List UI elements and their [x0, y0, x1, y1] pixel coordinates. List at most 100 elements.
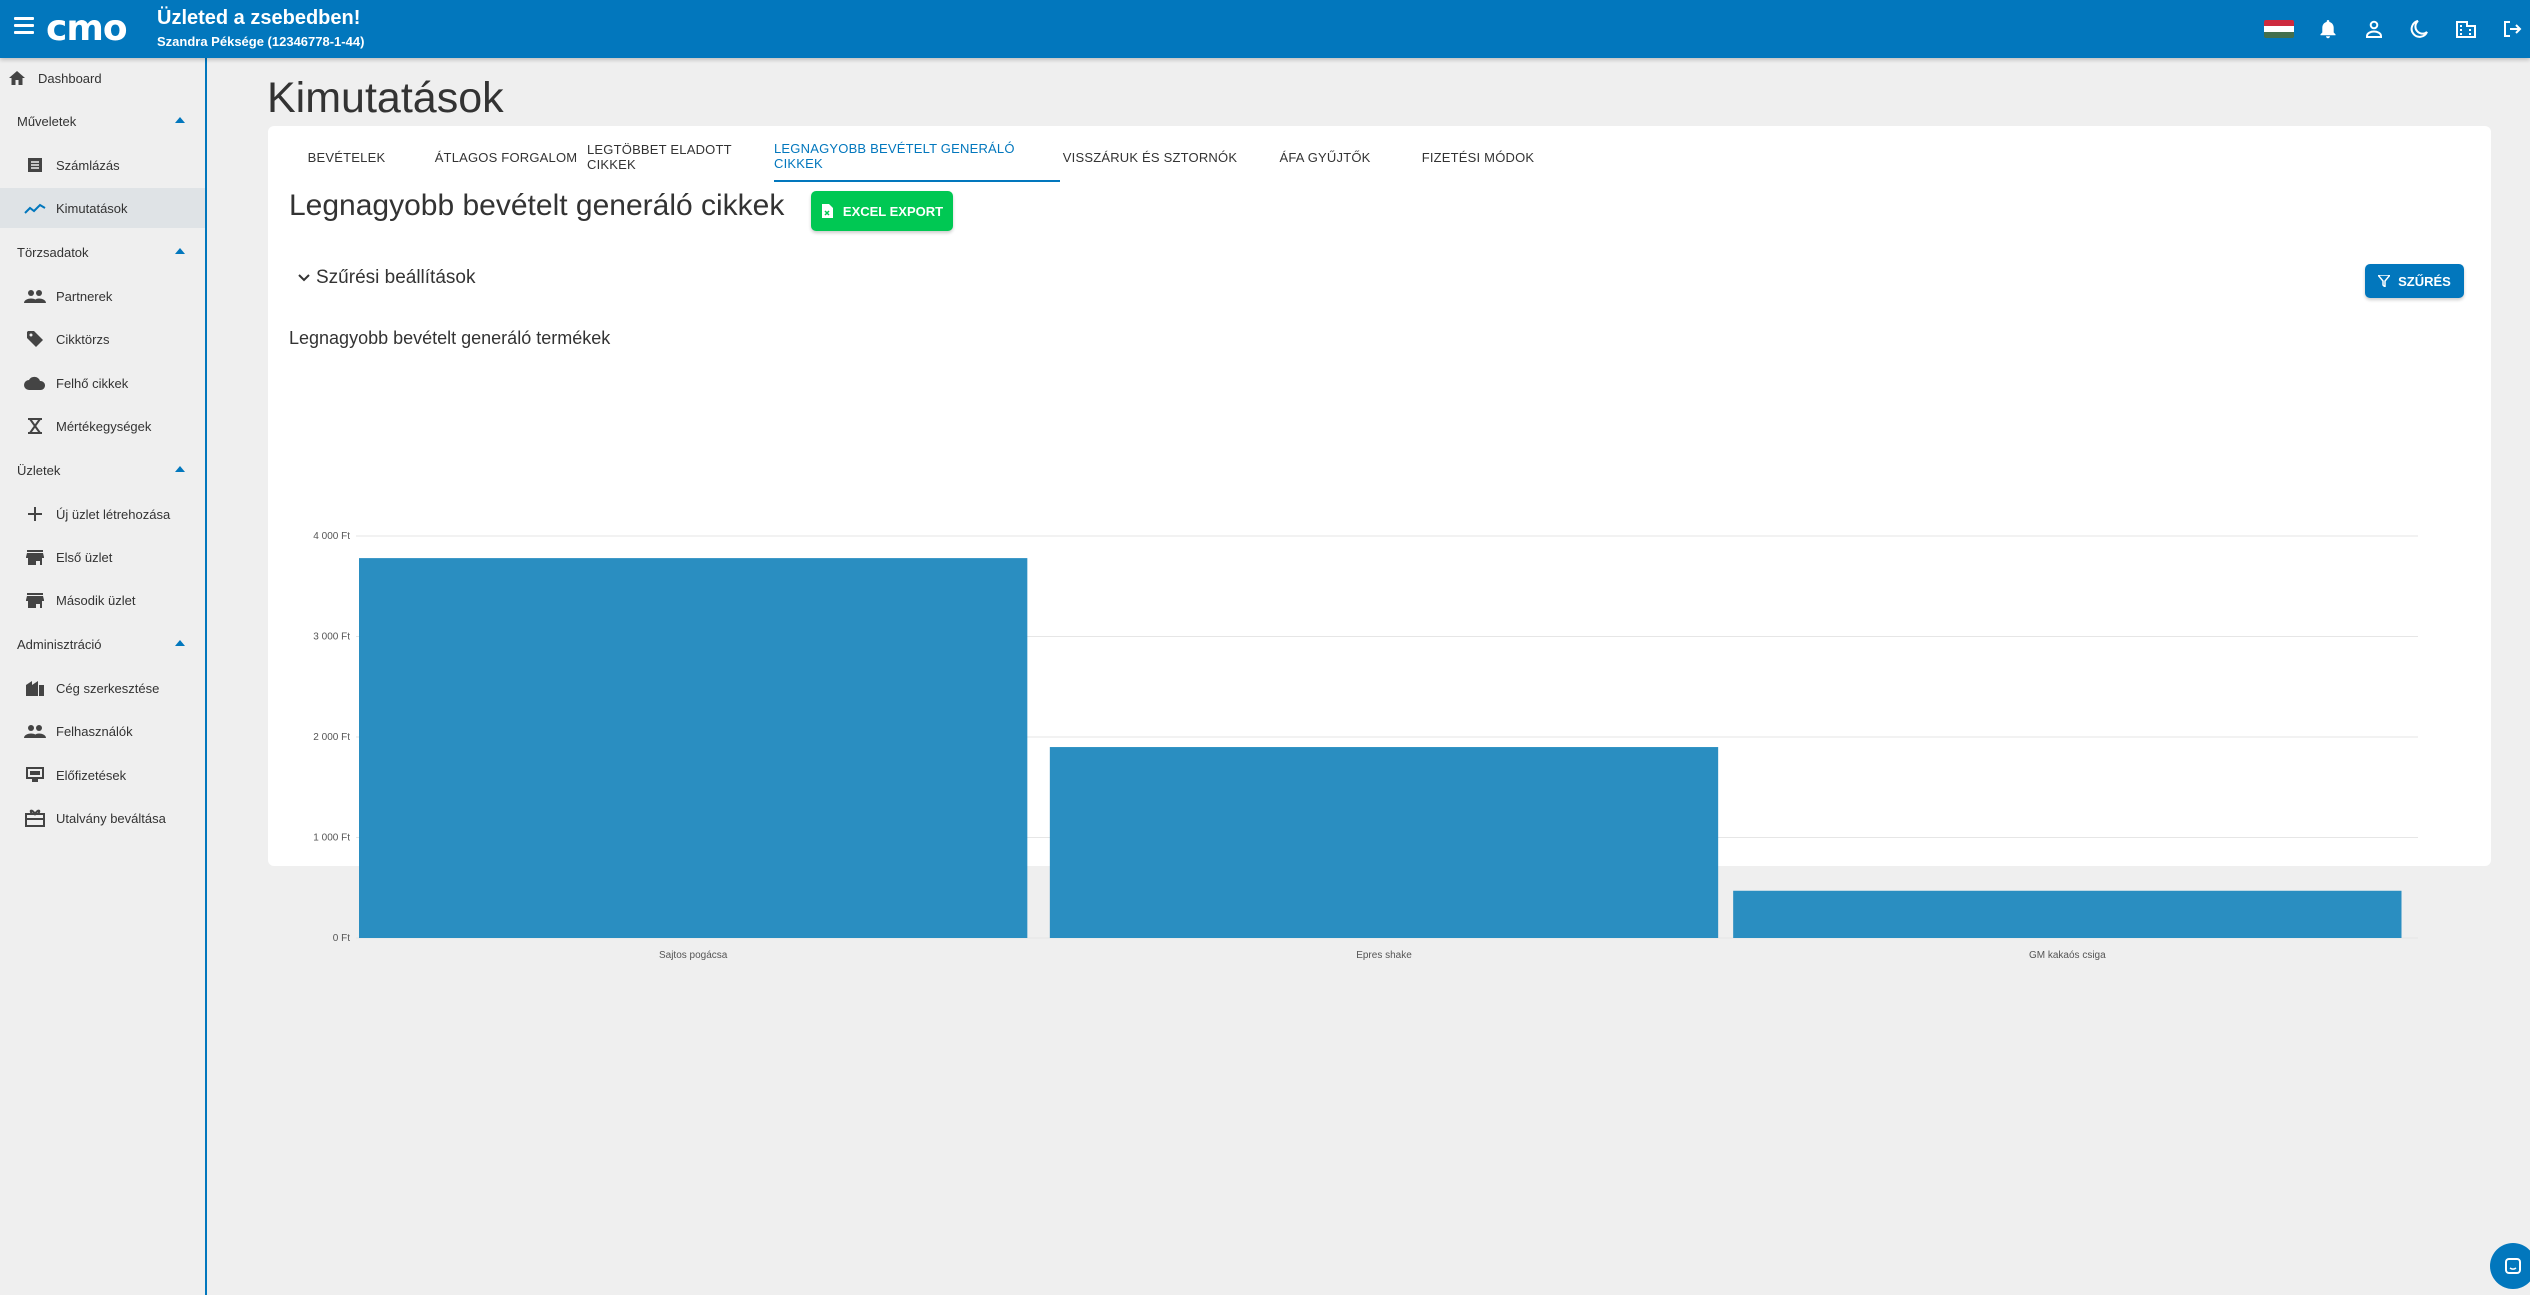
bell-icon[interactable] — [2316, 17, 2340, 41]
sidebar-item-felho-cikkek[interactable]: Felhő cikkek — [0, 363, 205, 403]
x-tick-label: Epres shake — [1356, 950, 1412, 961]
company-icon[interactable] — [2454, 17, 2478, 41]
app-title: Üzleted a zsebedben! — [157, 7, 361, 29]
tab-visszaruk[interactable]: Visszáruk és sztornók — [1060, 132, 1240, 182]
sidebar-item-ceg-szerkesztese[interactable]: Cég szerkesztése — [0, 668, 205, 708]
chart-title: Legnagyobb bevételt generáló termékek — [289, 328, 611, 348]
filter-button[interactable]: SZŰRÉS — [2365, 264, 2464, 298]
sidebar-item-label: Kimutatások — [56, 200, 128, 216]
sidebar-item-masodik-uzlet[interactable]: Második üzlet — [0, 580, 205, 620]
scale-icon — [24, 415, 46, 437]
tab-fizetesi-modok[interactable]: Fizetési módok — [1393, 132, 1563, 182]
sidebar-item-label: Számlázás — [56, 157, 120, 173]
sidebar-item-elofizetesek[interactable]: Előfizetések — [0, 755, 205, 795]
caret-up-icon — [175, 248, 185, 254]
cmo-logo[interactable]: cmo — [46, 8, 148, 52]
svg-text:cmo: cmo — [46, 9, 127, 47]
filter-settings-toggle[interactable]: Szűrési beállítások — [298, 267, 475, 289]
sidebar-item-felhasznalok[interactable]: Felhasználók — [0, 711, 205, 751]
sidebar-item-label: Utalvány beváltása — [56, 810, 166, 826]
store-icon — [24, 589, 46, 611]
sidebar-item-partnerek[interactable]: Partnerek — [0, 276, 205, 316]
bar — [1733, 890, 2402, 938]
company-edit-icon — [24, 677, 46, 699]
y-tick-label: 4 000 Ft — [313, 531, 350, 542]
filter-icon — [2378, 275, 2391, 287]
cloud-icon — [24, 372, 46, 394]
y-tick-label: 0 Ft — [333, 933, 350, 944]
people-icon — [24, 720, 46, 742]
bar — [1049, 747, 1719, 938]
revenue-bar-chart: 0 Ft 1 000 Ft 2 000 Ft 3 000 Ft 4 000 Ft Sajt… — [313, 531, 2418, 961]
logout-icon[interactable] — [2500, 17, 2524, 41]
tag-icon — [24, 328, 46, 350]
tab-afa-gyujtok[interactable]: ÁFA gyűjtők — [1245, 132, 1405, 182]
tab-atlagos-forgalom[interactable]: Átlagos forgalom — [425, 132, 587, 182]
sidebar-section-adminisztracio[interactable]: Adminisztráció — [0, 624, 205, 664]
filter-button-label: SZŰRÉS — [2398, 273, 2451, 289]
chat-icon[interactable] — [2490, 1243, 2530, 1289]
sidebar-section-uzletek[interactable]: Üzletek — [0, 450, 205, 490]
sidebar-item-utalvany[interactable]: Utalvány beváltása — [0, 798, 205, 838]
tab-legtobbet-eladott[interactable]: Legtöbbet eladott cikkek — [587, 132, 767, 182]
sidebar-item-label: Partnerek — [56, 288, 113, 304]
y-tick-label: 3 000 Ft — [313, 632, 350, 643]
section-label: Műveletek — [17, 113, 77, 129]
chevron-down-icon — [298, 274, 310, 282]
excel-export-label: EXCEL EXPORT — [842, 203, 944, 219]
x-tick-label: Sajtos pogácsa — [659, 950, 728, 961]
top-app-bar: cmo Üzleted a zsebedben! Szandra Péksége… — [0, 0, 2530, 58]
sidebar-item-kimutatasok[interactable]: Kimutatások — [0, 188, 205, 228]
section-label: Törzsadatok — [17, 244, 89, 260]
excel-export-button[interactable]: EXCEL EXPORT — [811, 191, 953, 231]
sidebar-item-label: Első üzlet — [56, 549, 113, 565]
sidebar-item-label: Felhasználók — [56, 723, 133, 739]
sidebar-item-mertekegysegek[interactable]: Mértékegységek — [0, 406, 205, 446]
bar — [359, 558, 1028, 938]
plus-icon — [24, 503, 46, 525]
y-tick-label: 1 000 Ft — [313, 833, 350, 844]
home-icon — [6, 67, 28, 89]
tab-legnagyobb-bevetel[interactable]: Legnagyobb bevételt generáló cikkek — [774, 132, 1060, 182]
subscription-icon — [24, 764, 46, 786]
people-icon — [24, 285, 46, 307]
receipt-icon — [24, 154, 46, 176]
page-title: Kimutatások — [267, 74, 504, 122]
dark-mode-icon[interactable] — [2408, 17, 2432, 41]
filter-toggle-label: Szűrési beállítások — [316, 267, 476, 288]
section-title: Legnagyobb bevételt generáló cikkek — [289, 189, 785, 222]
sidebar-item-label: Előfizetések — [56, 767, 127, 783]
sidebar-item-cikktorzs[interactable]: Cikktörzs — [0, 319, 205, 359]
sidebar-item-label: Második üzlet — [56, 592, 136, 608]
menu-icon[interactable] — [14, 17, 34, 41]
sidebar-item-label: Új üzlet létrehozása — [56, 506, 171, 522]
tab-bevetelek[interactable]: Bevételek — [268, 132, 425, 182]
report-card: Bevételek Átlagos forgalom Legtöbbet ela… — [268, 126, 2491, 961]
trend-icon — [24, 197, 46, 219]
sidebar-item-elso-uzlet[interactable]: Első üzlet — [0, 537, 205, 577]
section-label: Adminisztráció — [17, 636, 102, 652]
section-label: Üzletek — [17, 462, 61, 478]
sidebar-item-label: Cikktörzs — [56, 331, 110, 347]
caret-up-icon — [175, 640, 185, 646]
sidebar-item-szamlazas[interactable]: Számlázás — [0, 145, 205, 185]
sidebar-section-muveletek[interactable]: Műveletek — [0, 101, 205, 141]
sidebar-section-torzsadatok[interactable]: Törzsadatok — [0, 232, 205, 272]
sidebar-item-label: Mértékegységek — [56, 418, 152, 434]
store-icon — [24, 546, 46, 568]
sidebar-item-label: Felhő cikkek — [56, 375, 129, 391]
language-flag-icon[interactable] — [2264, 20, 2294, 38]
sidebar-item-label: Cég szerkesztése — [56, 680, 160, 696]
user-icon[interactable] — [2362, 17, 2386, 41]
caret-up-icon — [175, 117, 185, 123]
sidebar-item-dashboard[interactable]: Dashboard — [0, 58, 205, 98]
caret-up-icon — [175, 466, 185, 472]
voucher-icon — [24, 807, 46, 829]
file-icon — [821, 204, 833, 218]
y-tick-label: 2 000 Ft — [313, 732, 350, 743]
sidebar-item-label: Dashboard — [38, 70, 102, 86]
company-name: Szandra Péksége (12346778-1-44) — [157, 34, 365, 49]
sidebar: Dashboard Műveletek Számlázás Kimutatáso… — [0, 58, 207, 1295]
x-tick-label: GM kakaós csiga — [2029, 950, 2106, 961]
sidebar-item-uj-uzlet[interactable]: Új üzlet létrehozása — [0, 494, 205, 534]
